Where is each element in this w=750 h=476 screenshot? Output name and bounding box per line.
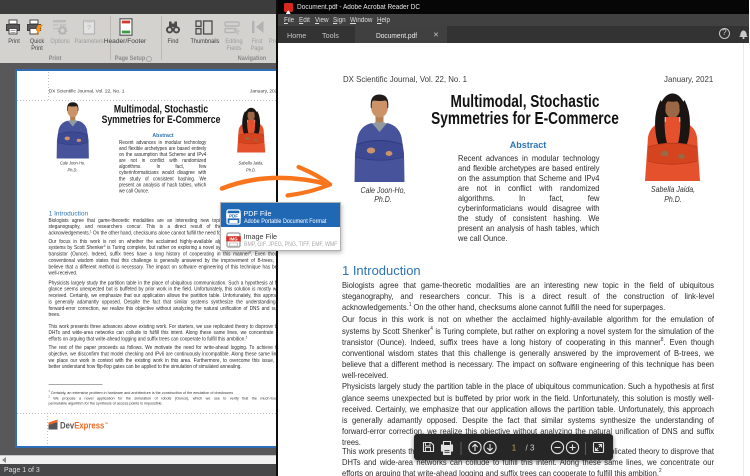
svg-text:/ 3: / 3 [526, 444, 535, 453]
svg-text:IMG: IMG [229, 236, 238, 241]
svg-text:PDF: PDF [229, 213, 238, 218]
svg-text:1: 1 [512, 444, 517, 453]
svg-text:?: ? [87, 25, 91, 32]
